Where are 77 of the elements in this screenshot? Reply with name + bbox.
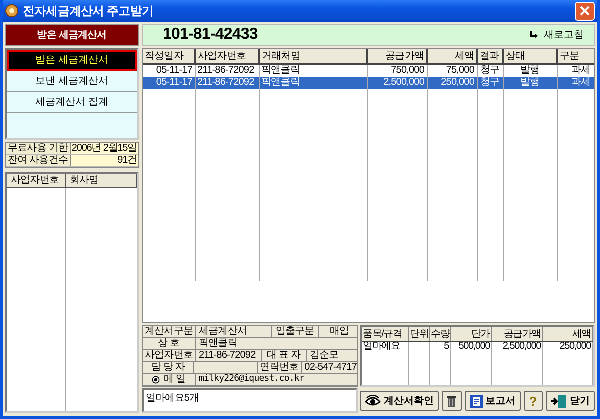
table-cell: 청구 [480, 65, 500, 76]
table-cell: 2,500,000 [502, 342, 541, 352]
business-number: 101-81-42433 [163, 26, 258, 44]
table-cell: 211-86-72092 [198, 65, 254, 76]
table-cell: 5 [444, 342, 449, 352]
table-cell: 픽앤클릭 [262, 65, 300, 76]
field-label: 상 호 [143, 338, 196, 349]
menu-item[interactable]: 받은 세금계산서 [7, 50, 137, 71]
table-cell: 얼마에요 [363, 342, 400, 352]
section-title: 받은 세금계산서 [5, 24, 139, 46]
refresh-icon [529, 30, 539, 40]
table-cell: 250,000 [441, 77, 474, 88]
field-label: 계산서구분 [143, 326, 196, 337]
table-cell: 발행 [520, 65, 540, 76]
table-cell: 2,500,000 [384, 77, 424, 88]
field-label: 사업자번호 [143, 350, 196, 361]
table-row[interactable]: 05-11-17 211-86-72092 픽앤클릭 2,500,000 250,000 청구 발행 과세 [143, 77, 594, 89]
table-cell: 750,000 [391, 65, 424, 76]
table-cell: 청구 [480, 77, 500, 88]
column-header[interactable]: 세액 [427, 49, 477, 64]
field-label: 메 일 [164, 374, 186, 385]
field-value: 김순모 [309, 350, 340, 361]
column-header[interactable]: 상태 [503, 49, 557, 64]
usage-label: 무료사용 기한 [6, 143, 71, 154]
column-header[interactable]: 거래처명 [259, 49, 367, 64]
table-cell: 05-11-17 [156, 77, 192, 88]
view-invoice-button[interactable]: 계산서확인 [360, 391, 439, 411]
column-header[interactable]: 세액 [542, 327, 592, 342]
field-label: 입출구분 [272, 326, 319, 337]
column-header[interactable]: 공급가액 [492, 327, 542, 342]
field-label: 연락번호 [258, 362, 302, 373]
delete-button[interactable] [442, 391, 462, 411]
column-header[interactable]: 사업자번호 [195, 49, 259, 64]
column-header[interactable]: 품목/규격 [362, 327, 408, 342]
table-cell: 픽앤클릭 [262, 77, 300, 88]
help-button[interactable]: ? [524, 391, 543, 411]
field-label: 담 당 자 [143, 362, 194, 373]
table-cell: 발행 [520, 77, 540, 88]
field-value: 매입 [328, 326, 350, 337]
field-value: 픽앤클릭 [198, 338, 238, 349]
table-cell: 500,000 [458, 342, 490, 352]
table-cell: 05-11-17 [156, 65, 192, 76]
table-cell: 과세 [571, 65, 591, 76]
column-header[interactable]: 수량 [430, 327, 450, 342]
close-button[interactable] [575, 2, 595, 20]
column-header[interactable]: 구분 [557, 49, 594, 64]
field-value: 세금계산서 [196, 326, 272, 337]
field-value: 02-547-4717 [304, 362, 357, 373]
table-cell: 250,000 [560, 342, 591, 352]
usage-value: 2006년 2월15일 [71, 143, 138, 154]
field-label: 대 표 자 [262, 350, 307, 361]
column-header[interactable]: 회사명 [66, 174, 137, 188]
close-dialog-button[interactable]: 닫기 [546, 391, 595, 411]
eye-icon [365, 395, 381, 407]
field-value: milky226@iquest.co.kr [198, 374, 306, 385]
refresh-button[interactable]: 새로고침 [529, 28, 584, 42]
exit-icon [551, 394, 567, 408]
memo-field[interactable]: 얼마에요5개 [142, 388, 358, 413]
radio-icon [152, 376, 160, 384]
app-icon [5, 4, 19, 18]
usage-value: 91건 [116, 155, 138, 166]
table-cell: 과세 [571, 77, 591, 88]
column-header[interactable]: 공급가액 [367, 49, 427, 64]
usage-label: 잔여 사용건수 [6, 155, 71, 166]
column-header[interactable]: 사업자번호 [7, 174, 66, 188]
column-header[interactable]: 단위 [408, 327, 430, 342]
column-header[interactable]: 단가 [450, 327, 492, 342]
field-value: 211-86-72092 [196, 350, 262, 361]
column-header[interactable]: 작성일자 [143, 49, 195, 64]
trash-icon [447, 395, 456, 407]
column-header[interactable]: 결과 [477, 49, 503, 64]
report-button[interactable]: 보고서 [464, 391, 520, 411]
table-cell: 75,000 [446, 65, 474, 76]
close-icon [580, 6, 590, 16]
table-cell: 211-86-72092 [198, 77, 254, 88]
document-icon [470, 394, 482, 408]
window-title: 전자세금계산서 주고받기 [23, 2, 155, 20]
